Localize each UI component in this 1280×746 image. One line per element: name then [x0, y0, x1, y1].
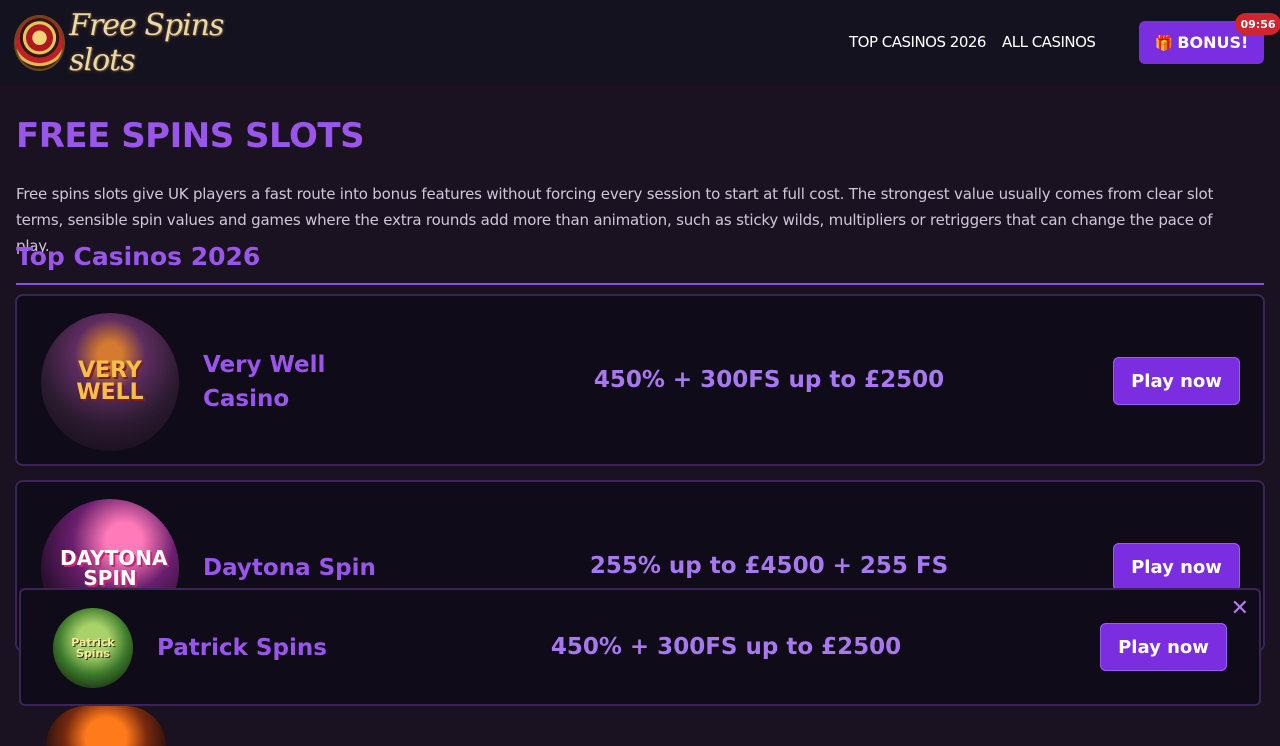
section-title: Top Casinos 2026	[16, 242, 261, 271]
casino-logo-text: Patrick Spins	[71, 636, 115, 660]
casino-logo[interactable]: Patrick Spins	[53, 608, 133, 688]
close-icon[interactable]: ✕	[1231, 598, 1249, 620]
casino-offer: 450% + 300FS up to £2500	[593, 367, 945, 393]
nav-all-casinos[interactable]: ALL CASINOS	[1002, 33, 1096, 51]
page-title: FREE SPINS SLOTS	[16, 116, 365, 156]
nav-top-casinos[interactable]: TOP CASINOS 2026	[849, 33, 986, 51]
main-nav: TOP CASINOS 2026 ALL CASINOS	[849, 33, 1096, 51]
play-now-button[interactable]: Play now	[1113, 543, 1240, 591]
section-divider	[16, 283, 1264, 285]
casino-name[interactable]: Very Well Casino	[203, 348, 353, 416]
casino-offer: 255% up to £4500 + 255 FS	[589, 553, 949, 579]
timer-badge: 09:56	[1235, 13, 1280, 35]
casino-name[interactable]: Daytona Spin	[203, 551, 463, 585]
casino-offer: 450% + 300FS up to £2500	[550, 634, 902, 660]
site-header: Free Spins slots TOP CASINOS 2026 ALL CA…	[0, 0, 1280, 85]
gift-icon: 🎁	[1154, 33, 1174, 52]
casino-card-very-well: VERY WELL Very Well Casino 450% + 300FS …	[15, 294, 1265, 466]
play-now-button[interactable]: Play now	[1100, 623, 1227, 671]
sticky-offer-bar: Patrick Spins Patrick Spins 450% + 300FS…	[19, 588, 1261, 706]
casino-name[interactable]: Patrick Spins	[157, 631, 417, 665]
site-logo[interactable]: Free Spins slots	[16, 8, 276, 78]
casino-logo-partial	[46, 706, 166, 746]
logo-text: Free Spins slots	[69, 8, 224, 78]
casino-logo-text: DAYTONA SPIN	[60, 546, 168, 590]
play-now-button[interactable]: Play now	[1113, 357, 1240, 405]
bonus-label: BONUS!	[1177, 33, 1249, 52]
casino-logo-text: VERY WELL	[76, 358, 144, 405]
casino-chips-icon	[16, 17, 64, 69]
casino-logo[interactable]: VERY WELL	[41, 313, 179, 451]
